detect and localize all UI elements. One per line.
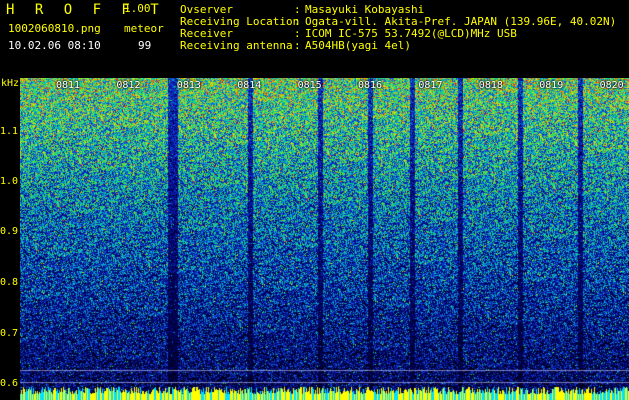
x-tick-label: 0814 [237,80,262,91]
observer-colon: : [294,3,301,16]
file-name: 1002060810.png [8,22,101,35]
x-tick-label: 0813 [176,80,201,91]
location-label: Receiving Location [180,15,300,28]
x-tick-label: 0816 [358,80,383,91]
antenna-value: A504HB(yagi 4el) [305,39,411,52]
x-tick-label: 0820 [599,80,624,91]
antenna-label: Receiving antenna [180,39,293,52]
observer-value: Masayuki Kobayashi [305,3,425,16]
y-tick-label: 1.1 [0,126,19,137]
x-tick-label: 0819 [539,80,564,91]
x-tick-label: 0817 [418,80,443,91]
observer-label: Ovserver [180,3,233,16]
location-colon: : [294,15,301,28]
receiver-value: ICOM IC-575 53.7492(@LCD)MHz USB [305,27,517,40]
x-tick-label: 0815 [297,80,322,91]
y-tick-label: 1.0 [0,176,19,187]
y-axis-unit: kHz [1,78,20,89]
spectrogram-panel: kHz 1.1 1.0 0.9 0.8 0.7 0.6 0811 0812 0813 0814 0… [0,78,629,400]
receiver-colon: : [294,27,301,40]
y-tick-label: 0.9 [0,226,19,237]
meteor-count: 99 [138,39,152,52]
x-tick-label: 0812 [116,80,141,91]
antenna-colon: : [294,39,301,52]
meteor-label: meteor [124,22,164,35]
x-tick-label: 0818 [478,80,503,91]
x-tick-label: 0811 [56,80,81,91]
y-tick-label: 0.7 [0,328,19,339]
y-tick-label: 0.6 [0,378,19,389]
location-value: Ogata-vill. Akita-Pref. JAPAN (139.96E, … [305,15,617,28]
waterfall-spectrogram [20,78,629,400]
receiver-label: Receiver [180,27,233,40]
header-panel: H R O F F T 1.00 1002060810.png meteor 1… [0,0,629,78]
timestamp: 10.02.06 08:10 [8,39,101,52]
app-version: 1.00 [124,2,151,15]
y-tick-label: 0.8 [0,277,19,288]
